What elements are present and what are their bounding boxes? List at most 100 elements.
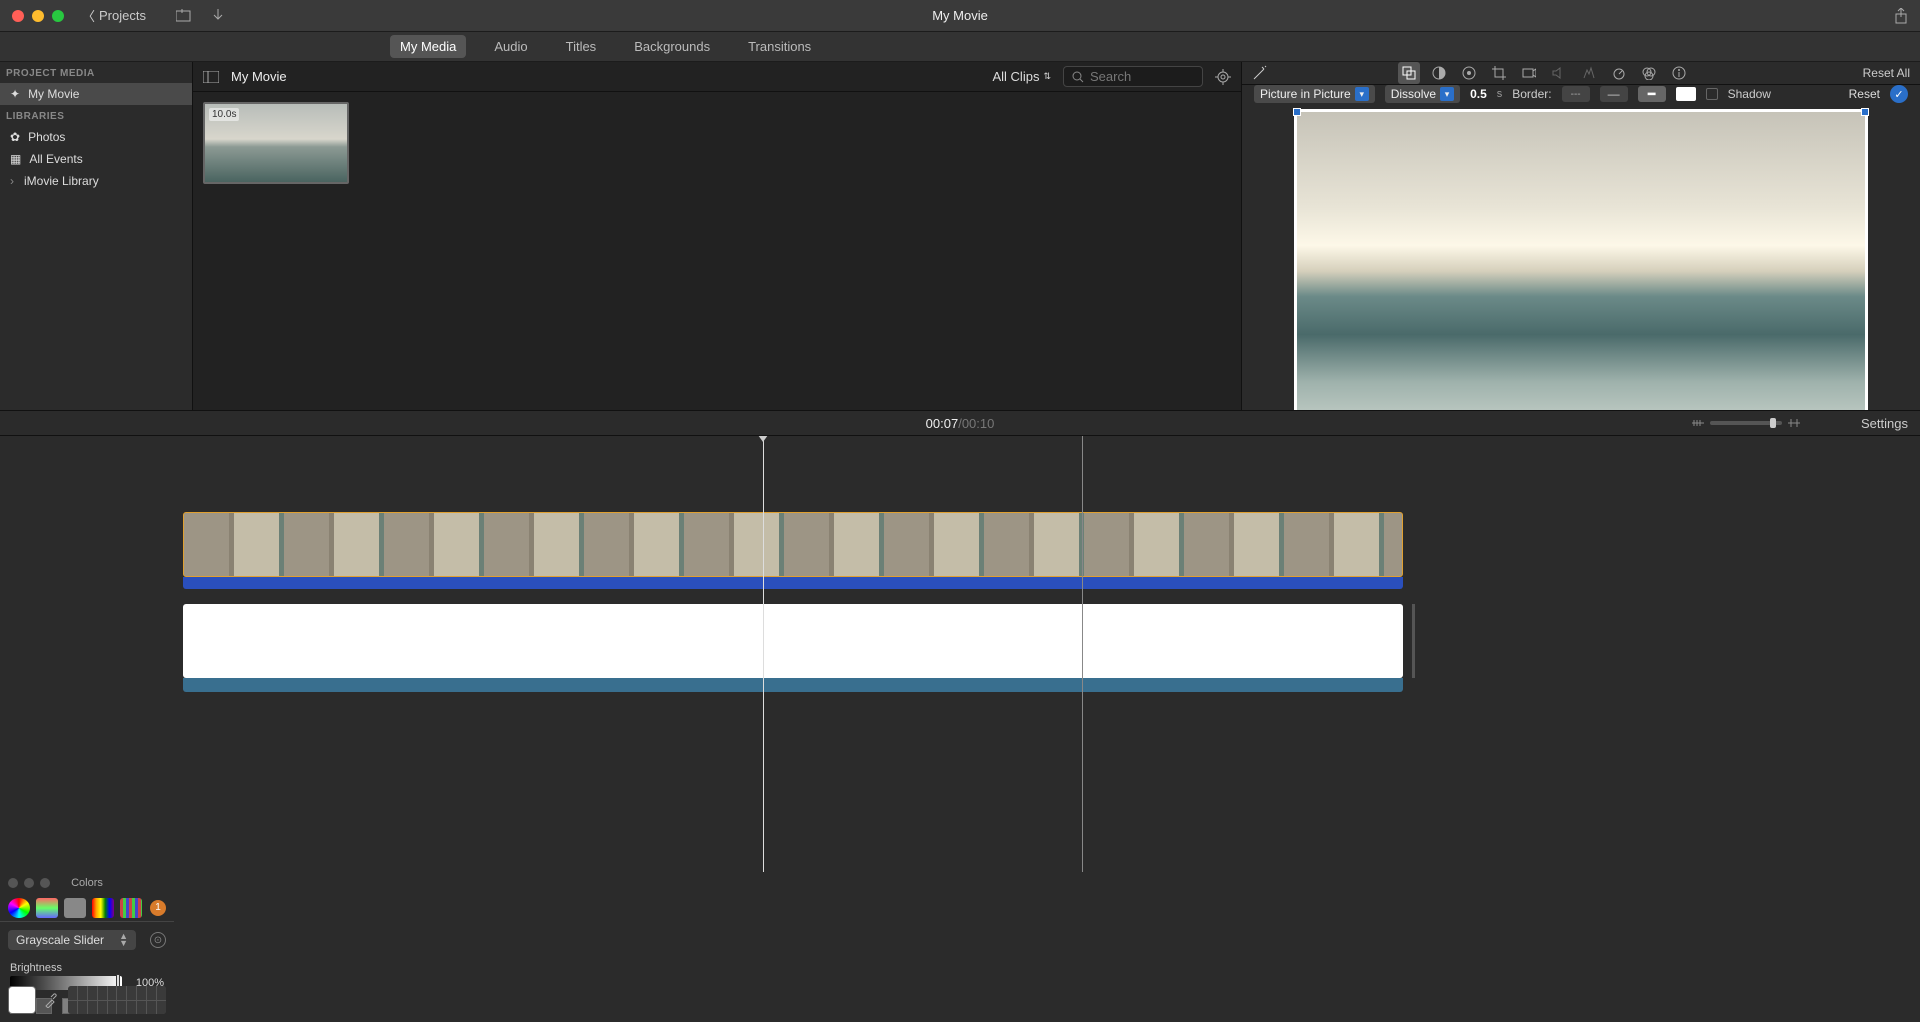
- libraries-header: LIBRARIES: [0, 105, 192, 126]
- sidebar-item-label: My Movie: [28, 87, 79, 101]
- color-sliders-tab-icon[interactable]: [36, 898, 58, 918]
- color-wells-grid[interactable]: [68, 986, 166, 1014]
- volume-icon[interactable]: [1548, 62, 1570, 84]
- timeline-settings-button[interactable]: Settings: [1861, 416, 1908, 431]
- timeline[interactable]: [0, 436, 1920, 872]
- timecode-bar: 00:07 / 00:10 Settings: [0, 410, 1920, 436]
- crop-icon[interactable]: [1488, 62, 1510, 84]
- chevron-left-icon: 〈: [82, 6, 95, 25]
- transition-label: Dissolve: [1391, 87, 1436, 101]
- clip-duration-label: 10.0s: [209, 108, 239, 121]
- sidebar-item-label: Photos: [28, 130, 65, 144]
- action-menu-icon[interactable]: ⊙: [150, 932, 166, 948]
- import-media-icon[interactable]: [176, 9, 194, 23]
- border-none-button[interactable]: ---: [1562, 86, 1590, 102]
- sidebar-item-photos[interactable]: ✿ Photos: [0, 126, 192, 148]
- search-icon: [1072, 71, 1084, 83]
- clip-filter-dropdown[interactable]: All Clips ⇅: [992, 69, 1051, 84]
- pencils-tab-icon[interactable]: [120, 898, 142, 918]
- image-palettes-tab-icon[interactable]: [92, 898, 114, 918]
- clip-end-marker: [1412, 604, 1415, 678]
- minimize-window-button[interactable]: [32, 10, 44, 22]
- download-icon[interactable]: [212, 9, 224, 23]
- search-field[interactable]: Search: [1063, 66, 1203, 87]
- close-window-button[interactable]: [12, 10, 24, 22]
- media-clip-thumbnail[interactable]: 10.0s: [203, 102, 349, 184]
- traffic-lights: [12, 10, 64, 22]
- current-color-swatch[interactable]: [8, 986, 36, 1014]
- color-picker-tabs: 1: [0, 894, 174, 922]
- eyedropper-icon[interactable]: [44, 992, 60, 1008]
- apply-button[interactable]: ✓: [1890, 85, 1908, 103]
- star-icon: ✦: [10, 87, 20, 101]
- sidebar-item-label: iMovie Library: [24, 174, 99, 188]
- tab-audio[interactable]: Audio: [484, 35, 537, 58]
- toggle-sidebar-icon[interactable]: [203, 71, 219, 83]
- video-clip-track[interactable]: [183, 512, 1403, 577]
- transition-dropdown[interactable]: Dissolve ▾: [1385, 85, 1460, 103]
- timeline-zoom-slider[interactable]: [1692, 418, 1800, 428]
- chevron-right-icon: ›: [10, 174, 14, 188]
- sidebar-item-imovie-library[interactable]: › iMovie Library: [0, 170, 192, 192]
- title-audio-track[interactable]: [183, 678, 1403, 692]
- border-thin-button[interactable]: —: [1600, 86, 1628, 102]
- pip-frame[interactable]: [1294, 109, 1868, 433]
- panel-close-button[interactable]: [8, 878, 18, 888]
- overlay-mode-dropdown[interactable]: Picture in Picture ▾: [1254, 85, 1375, 103]
- tab-transitions[interactable]: Transitions: [738, 35, 821, 58]
- slider-mode-label: Grayscale Slider: [16, 933, 104, 947]
- transition-duration-field[interactable]: 0.5: [1470, 87, 1487, 101]
- zoom-window-button[interactable]: [52, 10, 64, 22]
- viewer-panel: Reset All Picture in Picture ▾ Dissolve …: [1242, 62, 1920, 410]
- reset-all-button[interactable]: Reset All: [1863, 66, 1910, 80]
- tab-my-media[interactable]: My Media: [390, 35, 466, 58]
- sidebar-item-all-events[interactable]: ▦ All Events: [0, 148, 192, 170]
- search-placeholder: Search: [1090, 69, 1131, 84]
- resize-handle-tl[interactable]: [1293, 108, 1301, 116]
- media-tabbar: My Media Audio Titles Backgrounds Transi…: [0, 32, 1920, 62]
- sidebar-item-my-movie[interactable]: ✦ My Movie: [0, 83, 192, 105]
- colors-panel[interactable]: Colors 1 Grayscale Slider ▲▼ ⊙ Brightnes…: [0, 872, 174, 1022]
- shadow-checkbox[interactable]: [1706, 88, 1718, 100]
- reset-button[interactable]: Reset: [1849, 87, 1880, 101]
- resize-handle-tr[interactable]: [1861, 108, 1869, 116]
- playhead[interactable]: [763, 436, 764, 872]
- tab-backgrounds[interactable]: Backgrounds: [624, 35, 720, 58]
- zoom-in-icon: [1788, 418, 1800, 428]
- custom-palette-badge[interactable]: 1: [150, 900, 166, 916]
- color-balance-icon[interactable]: [1428, 62, 1450, 84]
- enhance-wand-icon[interactable]: [1252, 65, 1268, 81]
- projects-label: Projects: [99, 8, 146, 23]
- window-titlebar: 〈 Projects My Movie: [0, 0, 1920, 32]
- color-correction-icon[interactable]: [1458, 62, 1480, 84]
- panel-minimize-button[interactable]: [24, 878, 34, 888]
- noise-reduction-icon[interactable]: [1578, 62, 1600, 84]
- filter-icon[interactable]: [1638, 62, 1660, 84]
- share-icon[interactable]: [1894, 8, 1908, 24]
- sidebar-item-label: All Events: [29, 152, 82, 166]
- color-palettes-tab-icon[interactable]: [64, 898, 86, 918]
- border-color-swatch[interactable]: [1676, 87, 1696, 101]
- title-clip-track[interactable]: [183, 604, 1403, 678]
- chevron-down-icon: ▾: [1440, 87, 1454, 101]
- border-label: Border:: [1512, 87, 1551, 101]
- updown-icon: ▲▼: [119, 933, 128, 947]
- stabilization-icon[interactable]: [1518, 62, 1540, 84]
- info-icon[interactable]: [1668, 62, 1690, 84]
- browser-title: My Movie: [231, 69, 287, 84]
- speed-icon[interactable]: [1608, 62, 1630, 84]
- shadow-label: Shadow: [1728, 87, 1771, 101]
- tab-titles[interactable]: Titles: [556, 35, 607, 58]
- border-thick-button[interactable]: ━: [1638, 86, 1666, 102]
- gear-icon[interactable]: [1215, 69, 1231, 85]
- current-time: 00:07: [926, 416, 959, 431]
- overlay-tool-icon[interactable]: [1398, 62, 1420, 84]
- slider-mode-dropdown[interactable]: Grayscale Slider ▲▼: [8, 930, 136, 950]
- overlay-options-bar: Picture in Picture ▾ Dissolve ▾ 0.5 s Bo…: [1242, 85, 1920, 103]
- back-to-projects-button[interactable]: 〈 Projects: [82, 6, 146, 25]
- panel-zoom-button[interactable]: [40, 878, 50, 888]
- color-wheel-tab-icon[interactable]: [8, 898, 30, 918]
- colors-panel-titlebar[interactable]: Colors: [0, 872, 174, 894]
- video-audio-track[interactable]: [183, 577, 1403, 589]
- skimmer-playhead[interactable]: [1082, 436, 1083, 872]
